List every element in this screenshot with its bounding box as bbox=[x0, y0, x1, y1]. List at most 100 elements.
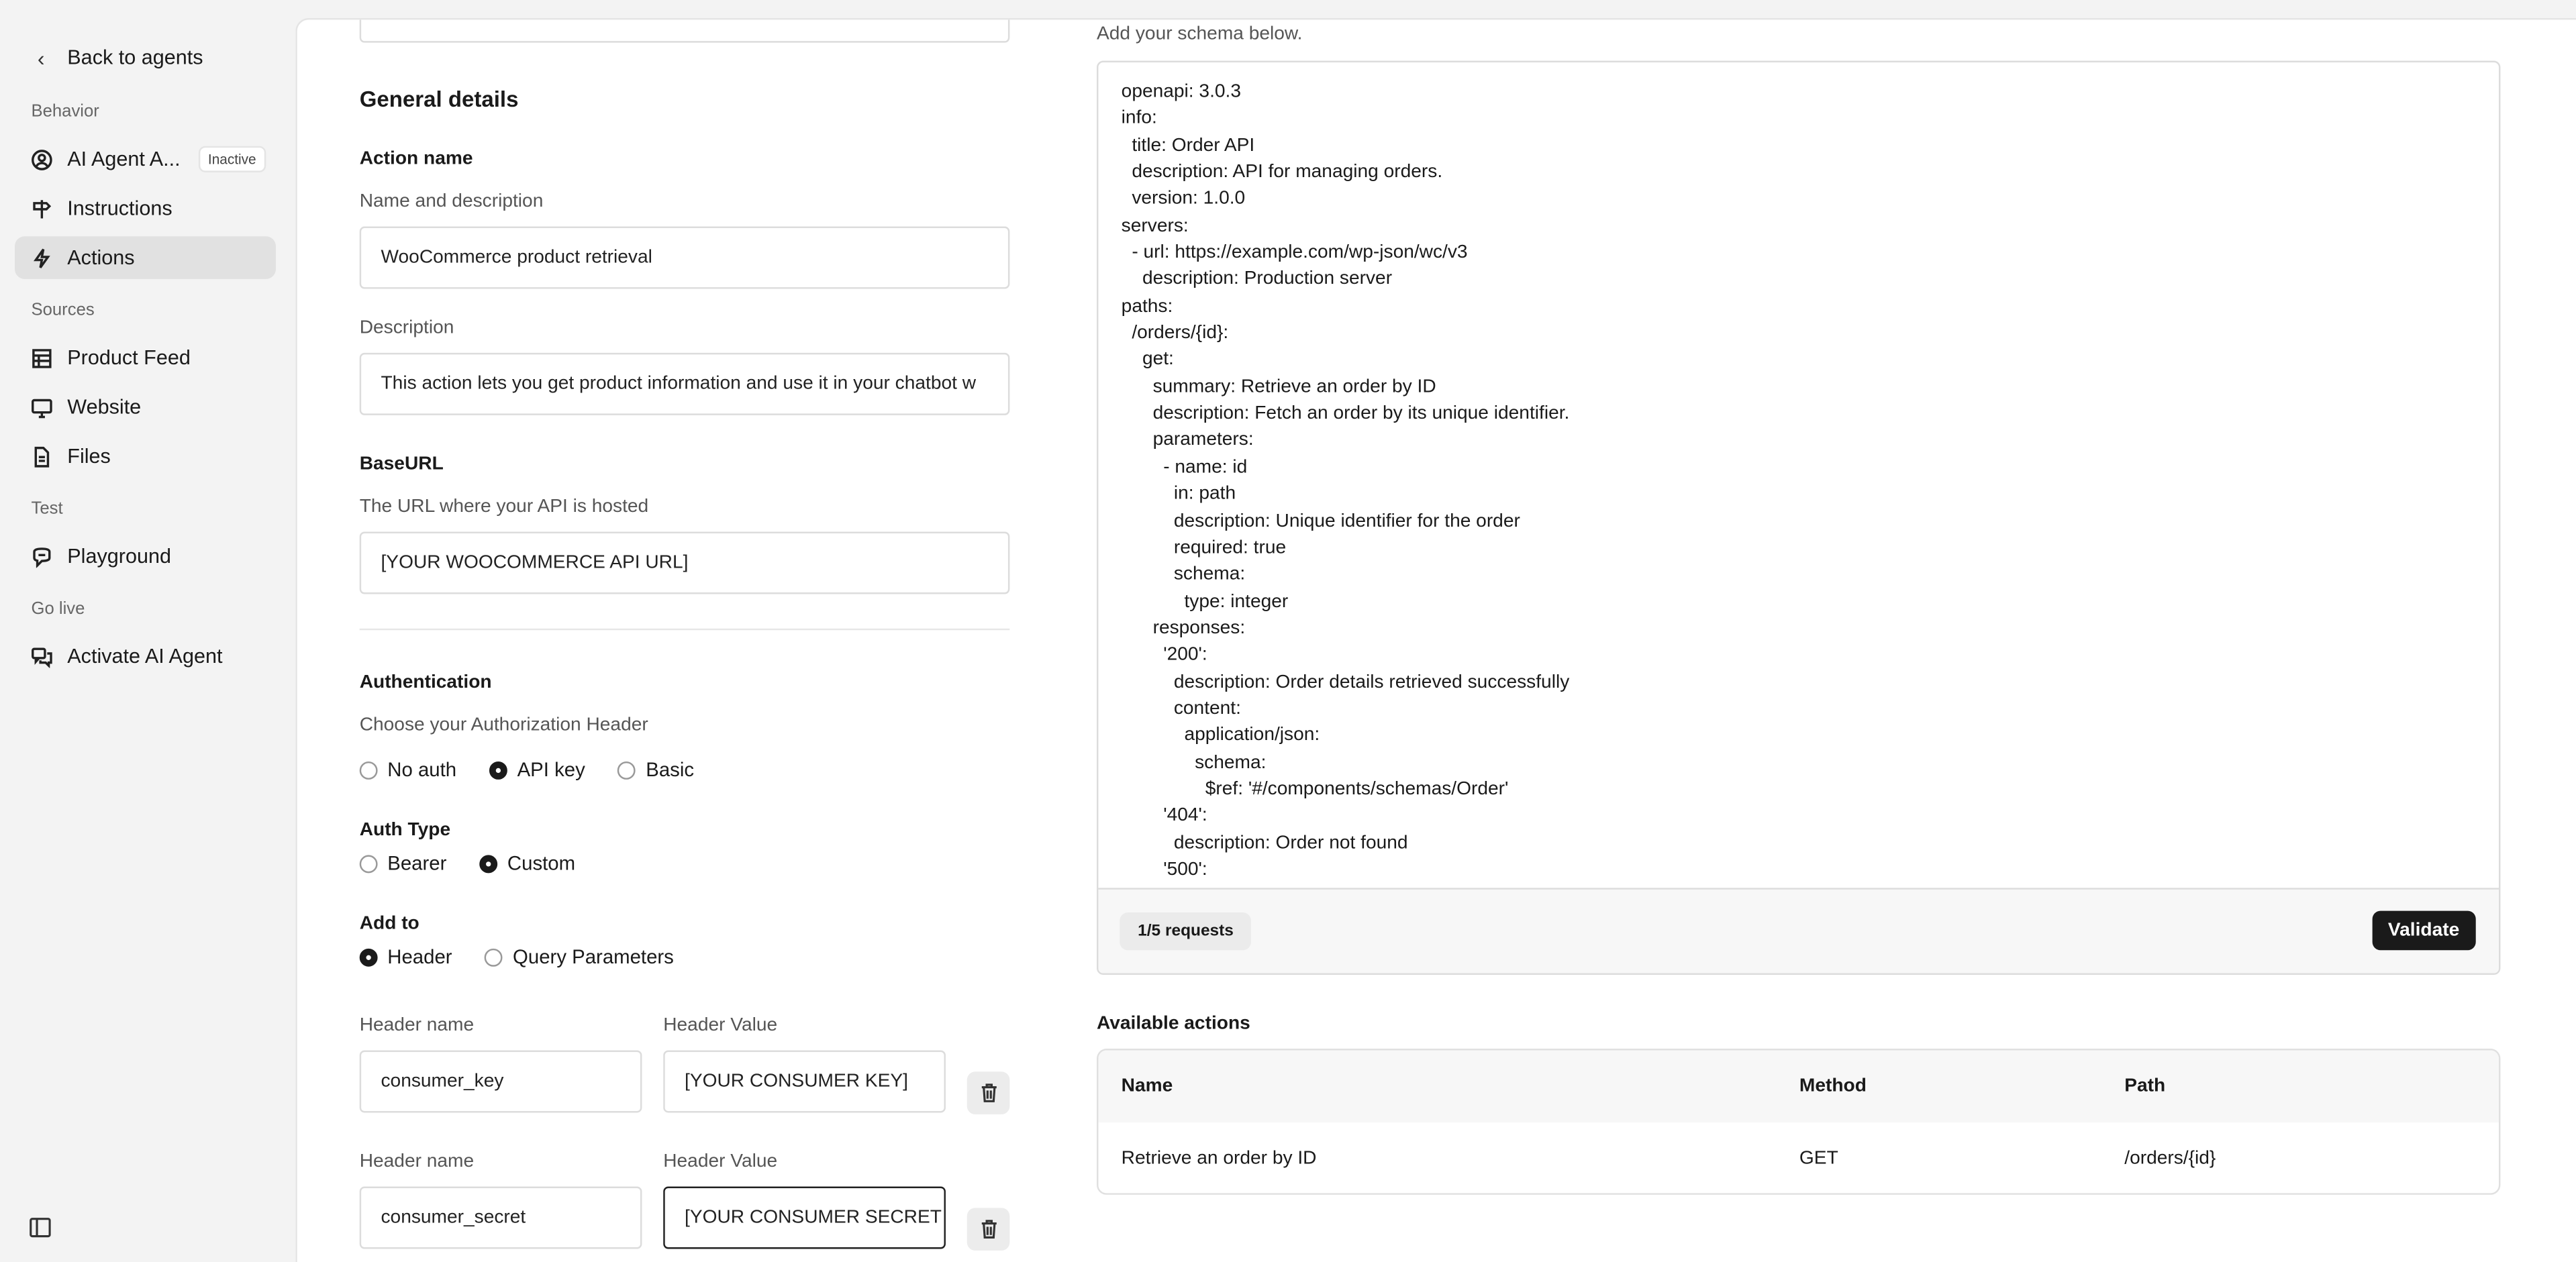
radio-circle bbox=[359, 760, 378, 779]
monitor-icon bbox=[31, 397, 52, 418]
auth-type-title: Auth Type bbox=[359, 821, 451, 841]
section-label-test: Test bbox=[31, 498, 63, 519]
sidebar-item-activate[interactable]: Activate AI Agent bbox=[15, 635, 276, 678]
radio-circle-selected bbox=[359, 947, 378, 966]
delete-header-button[interactable] bbox=[967, 1208, 1010, 1251]
sidebar-item-label: Actions bbox=[67, 246, 135, 270]
chat-bubbles-icon bbox=[31, 646, 52, 668]
radio-query-parameters[interactable]: Query Parameters bbox=[485, 945, 674, 969]
radio-basic[interactable]: Basic bbox=[617, 758, 695, 782]
radio-label: No auth bbox=[387, 758, 457, 782]
radio-label: Custom bbox=[507, 851, 576, 875]
sidebar-item-label: Playground bbox=[67, 545, 172, 568]
description-label: Description bbox=[359, 318, 454, 338]
radio-circle-selected bbox=[479, 854, 498, 873]
top-input-partial[interactable] bbox=[359, 19, 1010, 43]
sidebar: ‹ Back to agents Behavior AI Agent A... … bbox=[0, 0, 294, 1261]
authentication-title: Authentication bbox=[359, 672, 492, 693]
description-input[interactable]: This action lets you get product informa… bbox=[359, 352, 1010, 415]
sidebar-item-actions[interactable]: Actions bbox=[15, 236, 276, 279]
radio-label: Query Parameters bbox=[513, 945, 674, 969]
file-icon bbox=[31, 445, 52, 467]
schema-hint: Add your schema below. bbox=[1096, 24, 1303, 45]
section-label-behavior: Behavior bbox=[31, 101, 99, 122]
section-label-go-live: Go live bbox=[31, 598, 85, 619]
sidebar-item-playground[interactable]: Playground bbox=[15, 535, 276, 578]
back-to-agents-label: Back to agents bbox=[67, 46, 203, 69]
sidebar-item-label: Activate AI Agent bbox=[67, 645, 223, 668]
trash-icon bbox=[981, 1084, 996, 1102]
name-label: Name and description bbox=[359, 192, 544, 212]
header-name-input[interactable]: consumer_key bbox=[359, 1050, 642, 1113]
header-value-label: Header Value bbox=[663, 1152, 778, 1172]
column-header-path: Path bbox=[2124, 1076, 2166, 1096]
add-to-radio-group: Header Query Parameters bbox=[359, 945, 707, 969]
requests-counter: 1/5 requests bbox=[1120, 912, 1252, 951]
radio-api-key[interactable]: API key bbox=[489, 758, 585, 781]
radio-label: Basic bbox=[646, 758, 695, 782]
baseurl-label: The URL where your API is hosted bbox=[359, 497, 649, 517]
sidebar-item-label: Product Feed bbox=[67, 346, 191, 370]
radio-no-auth[interactable]: No auth bbox=[359, 758, 457, 782]
column-header-method: Method bbox=[1799, 1076, 1867, 1096]
sidebar-item-ai-agent[interactable]: AI Agent A... Inactive bbox=[15, 138, 276, 180]
add-to-title: Add to bbox=[359, 914, 419, 934]
section-divider bbox=[359, 628, 1010, 631]
status-badge: Inactive bbox=[198, 146, 266, 172]
sidebar-item-label: Instructions bbox=[67, 197, 172, 220]
radio-header[interactable]: Header bbox=[359, 945, 452, 969]
cell-path: /orders/{id} bbox=[2124, 1149, 2216, 1169]
editor-footer: 1/5 requests Validate bbox=[1098, 888, 2499, 974]
main-panel: General details Action name Name and des… bbox=[295, 17, 2576, 1262]
chat-bubble-icon bbox=[31, 545, 52, 568]
radio-circle bbox=[485, 947, 503, 966]
table-icon bbox=[31, 347, 52, 368]
signpost-icon bbox=[31, 198, 52, 219]
trash-icon bbox=[981, 1220, 996, 1239]
radio-bearer[interactable]: Bearer bbox=[359, 852, 446, 875]
lightning-icon bbox=[31, 247, 52, 268]
auth-header-label: Choose your Authorization Header bbox=[359, 715, 648, 735]
header-name-input[interactable]: consumer_secret bbox=[359, 1186, 642, 1249]
radio-label: Header bbox=[387, 945, 452, 969]
header-value-input[interactable]: [YOUR CONSUMER KEY] bbox=[663, 1050, 946, 1113]
cell-method: GET bbox=[1799, 1149, 1838, 1169]
back-to-agents-link[interactable]: ‹ Back to agents bbox=[31, 43, 203, 72]
sidebar-item-instructions[interactable]: Instructions bbox=[15, 187, 276, 230]
sidebar-item-product-feed[interactable]: Product Feed bbox=[15, 336, 276, 379]
header-name-label: Header name bbox=[359, 1016, 475, 1036]
available-actions-title: Available actions bbox=[1096, 1014, 1250, 1035]
section-label-sources: Sources bbox=[31, 300, 95, 320]
radio-label: API key bbox=[517, 758, 585, 782]
schema-code[interactable]: openapi: 3.0.3 info: title: Order API de… bbox=[1122, 78, 2476, 883]
sidebar-item-label: Files bbox=[67, 444, 111, 468]
action-name-title: Action name bbox=[359, 149, 473, 169]
sidebar-toggle-icon[interactable] bbox=[30, 1216, 51, 1238]
baseurl-input[interactable]: [YOUR WOOCOMMERCE API URL] bbox=[359, 531, 1010, 594]
baseurl-title: BaseURL bbox=[359, 454, 444, 474]
column-header-name: Name bbox=[1121, 1076, 1173, 1096]
auth-type-radio-group: Bearer Custom bbox=[359, 852, 608, 875]
delete-header-button[interactable] bbox=[967, 1071, 1010, 1114]
sidebar-item-label: AI Agent A... bbox=[67, 148, 181, 171]
radio-circle bbox=[359, 854, 378, 873]
user-circle-icon bbox=[31, 148, 52, 170]
action-name-input[interactable]: WooCommerce product retrieval bbox=[359, 226, 1010, 289]
auth-radio-group: No auth API key Basic bbox=[359, 758, 727, 782]
table-header: Name Method Path bbox=[1098, 1050, 2499, 1123]
validate-button[interactable]: Validate bbox=[2371, 910, 2476, 951]
schema-editor[interactable]: openapi: 3.0.3 info: title: Order API de… bbox=[1096, 60, 2501, 975]
header-value-input[interactable]: [YOUR CONSUMER SECRET bbox=[663, 1186, 946, 1249]
table-row[interactable]: Retrieve an order by ID GET /orders/{id} bbox=[1098, 1122, 2499, 1193]
sidebar-item-files[interactable]: Files bbox=[15, 435, 276, 478]
header-name-label: Header name bbox=[359, 1152, 475, 1172]
header-value-label: Header Value bbox=[663, 1016, 778, 1036]
chevron-left-icon: ‹ bbox=[37, 45, 45, 70]
radio-circle-selected bbox=[489, 760, 507, 779]
cell-name: Retrieve an order by ID bbox=[1121, 1149, 1317, 1169]
radio-circle bbox=[617, 760, 636, 779]
sidebar-item-website[interactable]: Website bbox=[15, 386, 276, 429]
sidebar-item-label: Website bbox=[67, 395, 142, 419]
general-details-title: General details bbox=[359, 87, 519, 112]
radio-custom[interactable]: Custom bbox=[479, 852, 575, 875]
